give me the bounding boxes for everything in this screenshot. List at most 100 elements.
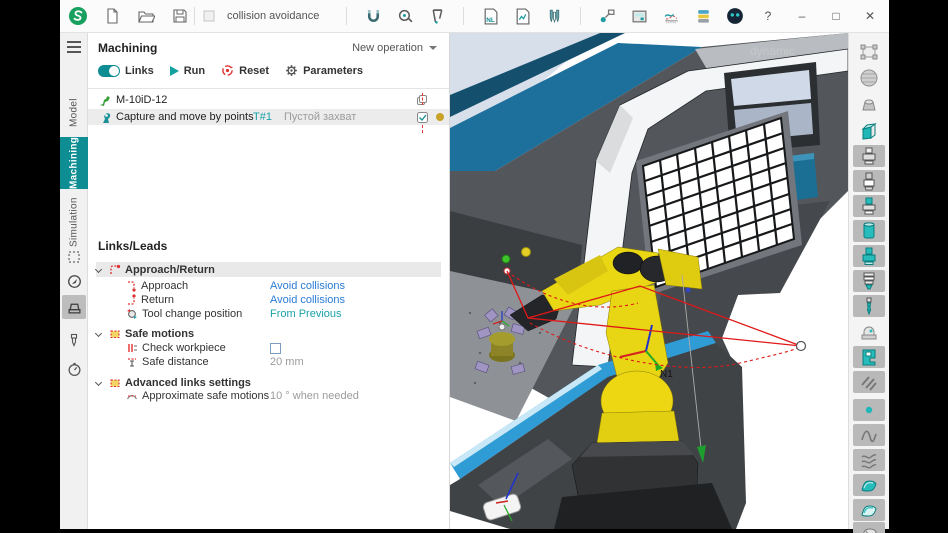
safe-motions-icon <box>109 328 121 340</box>
app-window: collision avoidance NL <box>60 0 889 529</box>
return-value[interactable]: Avoid collisions <box>270 294 345 306</box>
document-icon <box>199 6 219 26</box>
layers-icon[interactable] <box>693 6 713 26</box>
tool-cylinder-icon[interactable] <box>853 220 885 242</box>
row-approximate-safe-motions[interactable]: Approximate safe motions 10 ° when neede… <box>96 389 441 403</box>
close-button[interactable]: ✕ <box>859 9 881 23</box>
approximate-motions-icon <box>126 390 138 402</box>
cone-icon[interactable] <box>853 95 885 117</box>
report-icon[interactable] <box>512 6 532 26</box>
save-project-icon[interactable] <box>170 6 190 26</box>
group-advanced-links[interactable]: Advanced links settings <box>96 375 441 390</box>
operation-checkbox[interactable] <box>416 111 429 124</box>
panel-title: Machining <box>98 41 157 55</box>
play-icon <box>170 66 179 76</box>
drill-icon[interactable] <box>853 295 885 317</box>
chart-icon[interactable] <box>661 6 681 26</box>
mode-sidebar: Model Machining Simulation <box>60 33 88 529</box>
check-workpiece-checkbox[interactable] <box>270 343 281 354</box>
measure-tape-icon[interactable] <box>395 6 415 26</box>
target-point <box>797 342 806 351</box>
approach-value[interactable]: Avoid collisions <box>270 280 345 292</box>
menu-icon[interactable] <box>67 41 81 53</box>
tool-change-icon <box>126 308 138 320</box>
divider <box>463 7 464 25</box>
tab-machining[interactable]: Machining <box>60 137 88 189</box>
new-operation-dropdown[interactable]: New operation <box>352 42 437 54</box>
nc-program-icon[interactable]: NL <box>480 6 500 26</box>
screen: collision avoidance NL <box>0 0 948 533</box>
tree-row-machine[interactable]: M-10iD-12 <box>88 92 449 108</box>
app-logo-icon[interactable] <box>68 6 88 26</box>
workpiece-fixture-icon[interactable] <box>853 41 885 63</box>
tab-model[interactable]: Model <box>60 91 88 135</box>
run-button[interactable]: Run <box>170 65 205 77</box>
hatch-icon[interactable] <box>853 371 885 393</box>
tool-holder-3-icon[interactable] <box>853 195 885 217</box>
row-approach[interactable]: Approach Avoid collisions <box>96 279 441 293</box>
reset-label: Reset <box>239 65 269 77</box>
tool-dome-icon[interactable] <box>853 270 885 292</box>
magnet-icon[interactable] <box>363 6 383 26</box>
approach-return-icon <box>109 264 121 276</box>
surface-teal-icon[interactable] <box>853 474 885 496</box>
assistant-icon[interactable] <box>725 6 745 26</box>
compass-icon[interactable] <box>62 269 86 293</box>
machine-head-icon[interactable] <box>853 321 885 343</box>
tool-holder-4-icon[interactable] <box>853 245 885 267</box>
machine-tool-icon[interactable] <box>62 295 86 319</box>
tool-library-icon[interactable] <box>544 6 564 26</box>
divider <box>346 7 347 25</box>
watermark: dynamic <box>750 44 795 58</box>
geometry-toolbar <box>848 33 889 529</box>
check-workpiece-icon <box>126 342 138 354</box>
operation-tool: T#1 <box>253 111 272 123</box>
group-label: Approach/Return <box>125 264 215 276</box>
minimize-button[interactable]: – <box>791 9 813 23</box>
open-project-icon[interactable] <box>136 6 156 26</box>
tool-holder-2-icon[interactable] <box>853 170 885 192</box>
cube-icon[interactable] <box>853 121 885 143</box>
caliper-icon[interactable] <box>427 6 447 26</box>
machine-panel-icon[interactable] <box>629 6 649 26</box>
safe-distance-value[interactable]: 20 mm <box>270 356 304 368</box>
group-label: Safe motions <box>125 328 194 340</box>
approximate-motions-value[interactable]: 10 ° when needed <box>270 390 359 402</box>
links-toggle[interactable]: Links <box>98 65 154 77</box>
tab-simulation[interactable]: Simulation <box>60 193 88 251</box>
point-icon[interactable] <box>853 399 885 421</box>
new-document-icon[interactable] <box>102 6 122 26</box>
surface-gray-icon[interactable] <box>853 522 885 533</box>
row-safe-distance[interactable]: Safe distance 20 mm <box>96 355 441 369</box>
operation-icon <box>100 111 113 124</box>
waves-icon[interactable] <box>853 449 885 471</box>
row-return[interactable]: Return Avoid collisions <box>96 293 441 307</box>
selection-tool-icon[interactable] <box>62 245 86 269</box>
machine-teal-icon[interactable] <box>853 346 885 368</box>
tooling-icon[interactable] <box>62 328 86 352</box>
spline-icon[interactable] <box>853 424 885 446</box>
timer-icon[interactable] <box>62 357 86 381</box>
viewport-3d[interactable]: N1 dynamic <box>450 33 848 529</box>
row-check-workpiece[interactable]: Check workpiece <box>96 341 441 355</box>
parameters-button[interactable]: Parameters <box>285 64 363 77</box>
return-icon <box>126 294 137 306</box>
reset-button[interactable]: Reset <box>221 64 269 77</box>
group-approach-return[interactable]: Approach/Return <box>96 262 441 277</box>
maximize-button[interactable]: □ <box>825 9 847 23</box>
parameters-label: Parameters <box>303 65 363 77</box>
tool-change-value[interactable]: From Previous <box>270 308 342 320</box>
point-label: N1 <box>660 369 673 380</box>
tree-row-operation[interactable]: Capture and move by points T#1 Пустой за… <box>88 109 449 125</box>
sphere-icon[interactable] <box>853 67 885 89</box>
surface-light-icon[interactable] <box>853 499 885 521</box>
tool-holder-1-icon[interactable] <box>853 145 885 167</box>
safe-distance-icon <box>126 356 138 368</box>
connection-icon[interactable] <box>597 6 617 26</box>
group-safe-motions[interactable]: Safe motions <box>96 326 441 341</box>
help-button[interactable]: ? <box>757 9 779 23</box>
row-tool-change[interactable]: Tool change position From Previous <box>96 307 441 321</box>
reset-icon <box>221 64 234 77</box>
advanced-links-icon <box>109 377 121 389</box>
title-bar: collision avoidance NL <box>60 0 889 33</box>
